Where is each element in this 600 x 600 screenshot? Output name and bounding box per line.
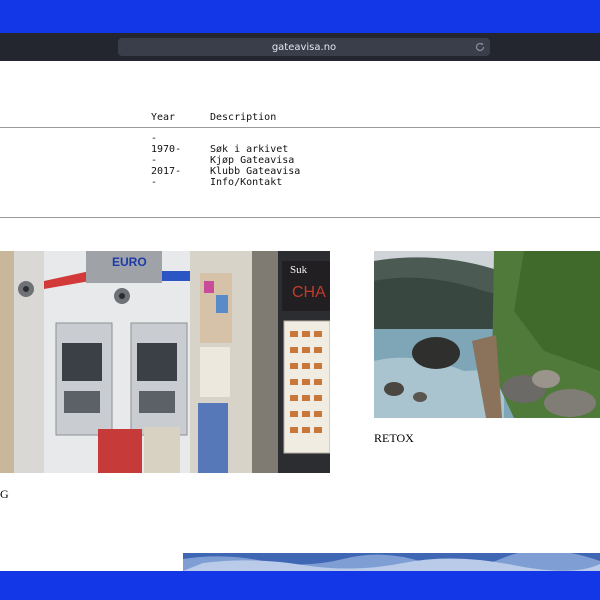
photo-caption-retox[interactable]: RETOX <box>374 431 414 446</box>
address-bar[interactable]: gateavisa.no <box>118 38 490 56</box>
sky-photo-partial[interactable] <box>183 553 600 571</box>
link-klubb-gateavisa[interactable]: Klubb Gateavisa <box>210 166 300 177</box>
url-text: gateavisa.no <box>271 41 337 53</box>
table-divider-top <box>0 127 600 128</box>
table-divider-bottom <box>0 217 600 218</box>
column-header-description: Description <box>210 112 277 123</box>
shop-sign-text-1: Suk <box>290 264 308 276</box>
link-sok-i-arkivet[interactable]: Søk i arkivet <box>210 144 300 155</box>
euro-sign-text: EURO <box>112 255 147 269</box>
web-page: Year Description - 1970- - 2017- - Søk i… <box>0 61 600 571</box>
photo-caption-g[interactable]: G <box>0 487 9 502</box>
column-header-year: Year <box>151 112 176 123</box>
browser-toolbar: gateavisa.no <box>0 33 600 61</box>
shop-sign-text-2: CHA <box>292 284 326 301</box>
bottom-background-band <box>0 571 600 600</box>
reload-icon[interactable] <box>474 41 486 53</box>
link-kjop-gateavisa[interactable]: Kjøp Gateavisa <box>210 155 300 166</box>
coastline-photo[interactable] <box>374 251 600 418</box>
atm-street-photo[interactable]: EURO Suk CHA <box>0 251 330 473</box>
year-column: - 1970- - 2017- - <box>151 133 182 188</box>
link-info-kontakt[interactable]: Info/Kontakt <box>210 177 300 188</box>
top-background-band <box>0 0 600 33</box>
description-column: Søk i arkivet Kjøp Gateavisa Klubb Gatea… <box>210 144 300 188</box>
